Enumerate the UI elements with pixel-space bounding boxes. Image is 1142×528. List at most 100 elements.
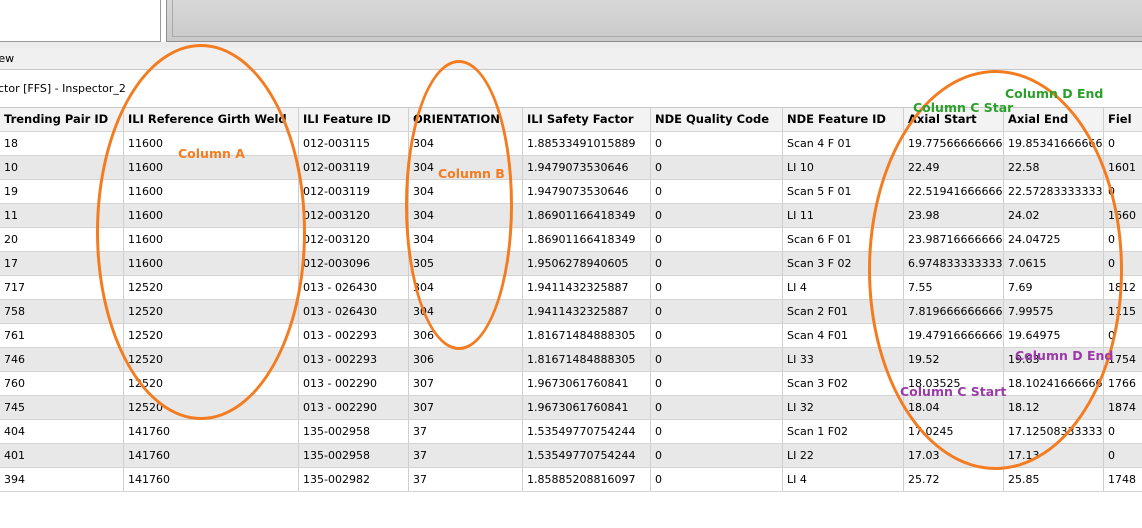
table-row[interactable]: 745 12520 013 - 002290 307 1.9673061760841 0 L…: [0, 396, 1142, 420]
table-cell[interactable]: 141760: [124, 420, 299, 443]
table-cell[interactable]: 1.9411432325887: [523, 300, 651, 323]
table-cell[interactable]: 22.49: [904, 156, 1004, 179]
table-cell[interactable]: 20: [0, 228, 124, 251]
table-cell[interactable]: 1766: [1104, 372, 1142, 395]
table-cell[interactable]: 0: [1104, 132, 1142, 155]
table-cell[interactable]: 1.81671484888305: [523, 348, 651, 371]
table-row[interactable]: 401 141760 135-002958 37 1.53549770754244 0 LI…: [0, 444, 1142, 468]
table-cell[interactable]: 304: [409, 156, 523, 179]
table-cell[interactable]: 1.86901166418349: [523, 204, 651, 227]
table-cell[interactable]: 22.5728333333333: [1004, 180, 1104, 203]
table-cell[interactable]: 717: [0, 276, 124, 299]
table-row[interactable]: 20 11600 012-003120 304 1.86901166418349 0 Sca…: [0, 228, 1142, 252]
table-cell[interactable]: Scan 3 F 02: [783, 252, 904, 275]
table-cell[interactable]: 307: [409, 396, 523, 419]
table-cell[interactable]: 1.81671484888305: [523, 324, 651, 347]
table-cell[interactable]: 0: [1104, 180, 1142, 203]
table-cell[interactable]: 12520: [124, 300, 299, 323]
table-cell[interactable]: 304: [409, 180, 523, 203]
table-cell[interactable]: 18.12: [1004, 396, 1104, 419]
table-cell[interactable]: 7.99575: [1004, 300, 1104, 323]
table-cell[interactable]: 0: [651, 372, 783, 395]
table-cell[interactable]: 0: [1104, 444, 1142, 467]
table-cell[interactable]: 24.04725: [1004, 228, 1104, 251]
table-cell[interactable]: 012-003119: [299, 156, 409, 179]
table-cell[interactable]: 7.69: [1004, 276, 1104, 299]
table-cell[interactable]: LI 4: [783, 276, 904, 299]
table-cell[interactable]: 305: [409, 252, 523, 275]
table-cell[interactable]: Scan 2 F01: [783, 300, 904, 323]
table-cell[interactable]: 394: [0, 468, 124, 491]
table-cell[interactable]: 7.0615: [1004, 252, 1104, 275]
table-cell[interactable]: LI 11: [783, 204, 904, 227]
table-cell[interactable]: 0: [1104, 228, 1142, 251]
table-cell[interactable]: 11: [0, 204, 124, 227]
table-cell[interactable]: 17.03: [904, 444, 1004, 467]
table-cell[interactable]: 19.63: [1004, 348, 1104, 371]
table-cell[interactable]: 135-002958: [299, 444, 409, 467]
table-cell[interactable]: 304: [409, 228, 523, 251]
table-row[interactable]: 10 11600 012-003119 304 1.9479073530646 0 LI 1…: [0, 156, 1142, 180]
column-header[interactable]: Axial End: [1004, 108, 1104, 131]
table-cell[interactable]: 17.0245: [904, 420, 1004, 443]
table-cell[interactable]: 7.55: [904, 276, 1004, 299]
column-header[interactable]: ILI Safety Factor: [523, 108, 651, 131]
table-cell[interactable]: 012-003115: [299, 132, 409, 155]
table-cell[interactable]: Scan 1 F02: [783, 420, 904, 443]
table-cell[interactable]: 0: [651, 468, 783, 491]
table-cell[interactable]: Scan 4 F 01: [783, 132, 904, 155]
table-cell[interactable]: 1.85885208816097: [523, 468, 651, 491]
table-cell[interactable]: 12520: [124, 396, 299, 419]
table-cell[interactable]: 1.9479073530646: [523, 180, 651, 203]
table-cell[interactable]: 11600: [124, 204, 299, 227]
table-row[interactable]: 717 12520 013 - 026430 304 1.9411432325887 0 L…: [0, 276, 1142, 300]
table-cell[interactable]: 012-003120: [299, 228, 409, 251]
table-cell[interactable]: LI 32: [783, 396, 904, 419]
table-cell[interactable]: 304: [409, 204, 523, 227]
table-cell[interactable]: 404: [0, 420, 124, 443]
table-cell[interactable]: 12520: [124, 276, 299, 299]
table-row[interactable]: 18 11600 012-003115 304 1.88533491015889 0 Sca…: [0, 132, 1142, 156]
table-row[interactable]: 19 11600 012-003119 304 1.9479073530646 0 Scan…: [0, 180, 1142, 204]
table-cell[interactable]: 1601: [1104, 156, 1142, 179]
table-cell[interactable]: 013 - 002293: [299, 324, 409, 347]
table-cell[interactable]: 135-002958: [299, 420, 409, 443]
table-cell[interactable]: Scan 5 F 01: [783, 180, 904, 203]
table-cell[interactable]: 0: [651, 156, 783, 179]
table-cell[interactable]: 19.8534166666667: [1004, 132, 1104, 155]
table-cell[interactable]: 013 - 026430: [299, 300, 409, 323]
table-cell[interactable]: Scan 4 F01: [783, 324, 904, 347]
table-cell[interactable]: 25.85: [1004, 468, 1104, 491]
table-cell[interactable]: 17: [0, 252, 124, 275]
table-cell[interactable]: 17.13: [1004, 444, 1104, 467]
table-cell[interactable]: 1660: [1104, 204, 1142, 227]
table-cell[interactable]: 22.58: [1004, 156, 1104, 179]
table-cell[interactable]: 141760: [124, 444, 299, 467]
table-cell[interactable]: 24.02: [1004, 204, 1104, 227]
table-cell[interactable]: 1115: [1104, 300, 1142, 323]
table-cell[interactable]: 1874: [1104, 396, 1142, 419]
table-cell[interactable]: 37: [409, 468, 523, 491]
table-cell[interactable]: 1.88533491015889: [523, 132, 651, 155]
table-row[interactable]: 758 12520 013 - 026430 304 1.9411432325887 0 S…: [0, 300, 1142, 324]
table-cell[interactable]: 304: [409, 132, 523, 155]
table-cell[interactable]: 0: [651, 132, 783, 155]
table-cell[interactable]: 761: [0, 324, 124, 347]
table-cell[interactable]: 012-003096: [299, 252, 409, 275]
table-cell[interactable]: 19.64975: [1004, 324, 1104, 347]
table-row[interactable]: 11 11600 012-003120 304 1.86901166418349 0 LI …: [0, 204, 1142, 228]
table-cell[interactable]: 0: [651, 276, 783, 299]
table-cell[interactable]: 12520: [124, 372, 299, 395]
table-cell[interactable]: 0: [651, 228, 783, 251]
table-cell[interactable]: 7.81966666666667: [904, 300, 1004, 323]
table-cell[interactable]: 11600: [124, 252, 299, 275]
table-cell[interactable]: 12520: [124, 324, 299, 347]
column-header[interactable]: Fiel: [1104, 108, 1142, 131]
table-cell[interactable]: 013 - 002290: [299, 396, 409, 419]
table-cell[interactable]: 760: [0, 372, 124, 395]
table-cell[interactable]: 23.9871666666667: [904, 228, 1004, 251]
table-cell[interactable]: 19.52: [904, 348, 1004, 371]
table-cell[interactable]: 304: [409, 276, 523, 299]
table-row[interactable]: 761 12520 013 - 002293 306 1.81671484888305 0…: [0, 324, 1142, 348]
table-cell[interactable]: 1.9673061760841: [523, 372, 651, 395]
